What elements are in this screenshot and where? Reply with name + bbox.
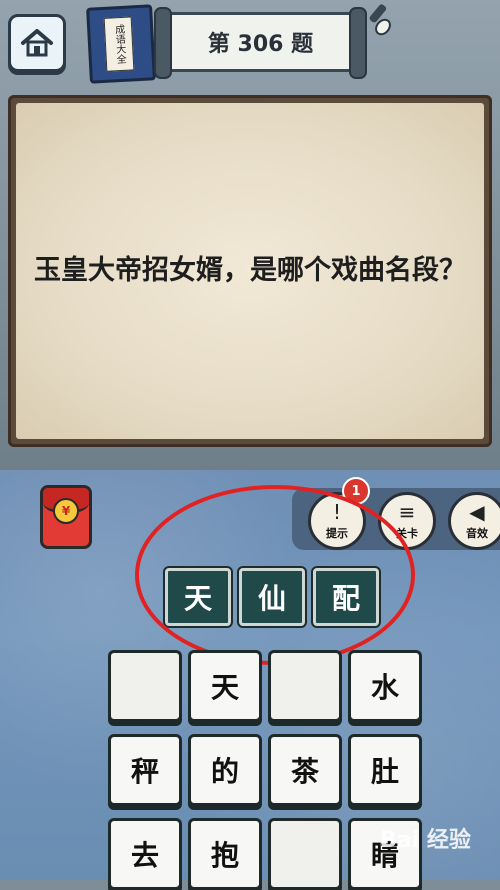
bulb-icon: ! [332, 500, 342, 524]
idiom-book-icon[interactable]: 成语大全 [86, 4, 156, 84]
candidate-tile[interactable]: 茶 [268, 734, 342, 806]
sound-label: 音效 [466, 525, 488, 541]
home-icon [21, 29, 53, 57]
candidate-tile[interactable]: 水 [348, 650, 422, 722]
book-label: 成语大全 [103, 16, 135, 72]
list-icon: ≡ [398, 500, 416, 524]
sound-button[interactable]: ◀ 音效 [448, 492, 500, 550]
answer-row: 天 仙 配 [165, 568, 379, 626]
answer-slot[interactable]: 仙 [239, 568, 305, 626]
candidate-tile[interactable]: 去 [108, 818, 182, 890]
hint-label: 提示 [326, 525, 348, 541]
home-button[interactable] [8, 14, 66, 72]
candidate-tile[interactable] [108, 650, 182, 722]
hint-badge: 1 [342, 477, 370, 505]
level-scroll: 第 306 题 [154, 7, 367, 79]
toolbar: ! 提示 ≡ 关卡 ◀ 音效 [292, 488, 500, 550]
question-text: 玉皇大帝招女婿，是哪个戏曲名段？ [34, 255, 466, 286]
brush-icon [369, 4, 391, 36]
coin-icon: ¥ [53, 498, 79, 524]
candidate-tile[interactable]: 秤 [108, 734, 182, 806]
levels-button[interactable]: ≡ 关卡 [378, 492, 436, 550]
candidate-tile[interactable]: 天 [188, 650, 262, 722]
answer-slot[interactable]: 天 [165, 568, 231, 626]
candidate-grid: 天 水 秤 的 茶 肚 去 抱 睛 [108, 650, 422, 890]
levels-label: 关卡 [396, 525, 418, 541]
level-title: 第 306 题 [207, 32, 314, 57]
candidate-tile[interactable]: 的 [188, 734, 262, 806]
candidate-tile[interactable]: 肚 [348, 734, 422, 806]
question-board: 玉皇大帝招女婿，是哪个戏曲名段？ [8, 95, 492, 447]
watermark: Bai 经验 [380, 828, 471, 853]
question-parchment: 玉皇大帝招女婿，是哪个戏曲名段？ [16, 103, 484, 439]
candidate-tile[interactable]: 抱 [188, 818, 262, 890]
answer-slot[interactable]: 配 [313, 568, 379, 626]
candidate-tile[interactable] [268, 650, 342, 722]
speaker-icon: ◀ [469, 500, 485, 524]
red-packet-button[interactable]: ¥ [40, 485, 92, 549]
candidate-tile[interactable] [268, 818, 342, 890]
